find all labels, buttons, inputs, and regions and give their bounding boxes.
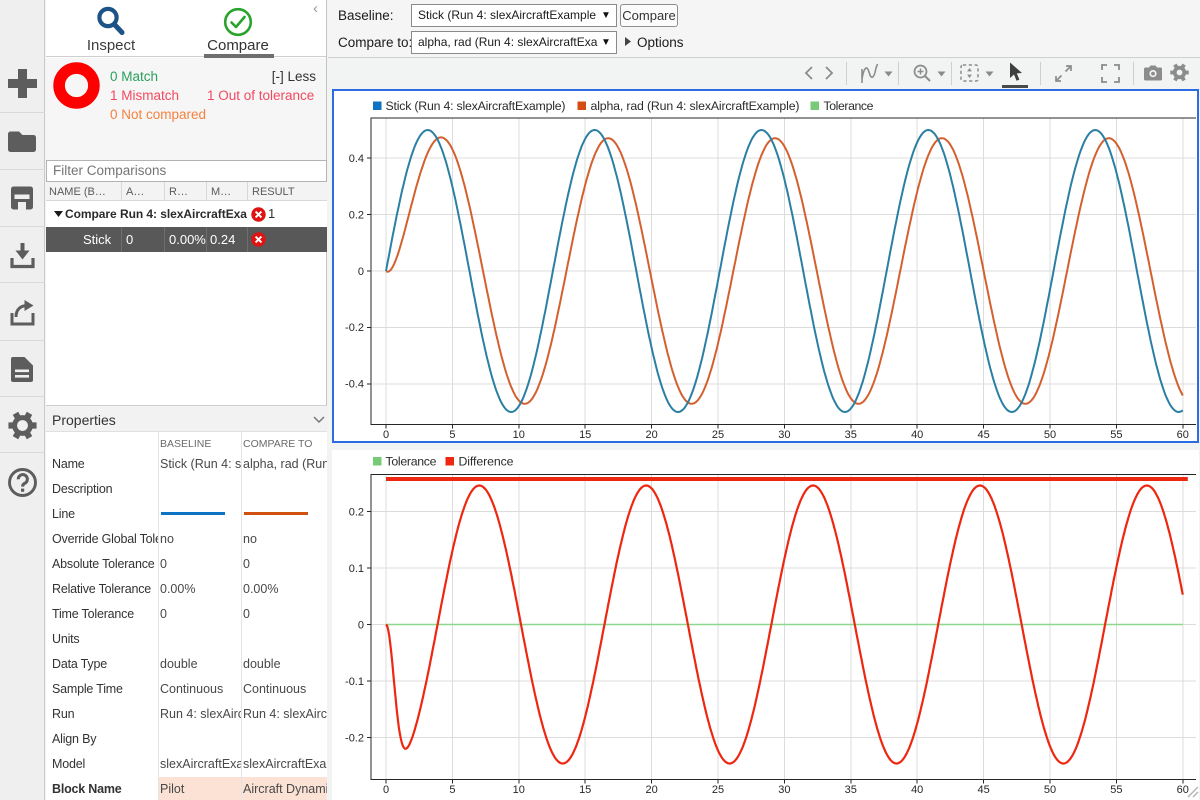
svg-text:25: 25: [712, 784, 724, 796]
svg-text:Stick (Run 4: slexAircraftExam: Stick (Run 4: slexAircraftExample): [386, 99, 566, 113]
svg-text:20: 20: [645, 784, 657, 796]
svg-text:35: 35: [845, 784, 857, 796]
svg-text:-0.4: -0.4: [345, 379, 364, 391]
svg-text:10: 10: [513, 784, 525, 796]
svg-text:0.1: 0.1: [349, 563, 364, 575]
svg-text:0: 0: [383, 784, 389, 796]
svg-text:25: 25: [712, 429, 724, 441]
svg-text:60: 60: [1177, 429, 1189, 441]
svg-text:Difference: Difference: [459, 454, 514, 468]
svg-text:60: 60: [1177, 784, 1189, 796]
svg-text:0: 0: [358, 619, 364, 631]
svg-text:20: 20: [645, 429, 657, 441]
svg-text:5: 5: [449, 429, 455, 441]
svg-text:45: 45: [977, 784, 989, 796]
svg-text:30: 30: [778, 429, 790, 441]
svg-text:50: 50: [1044, 429, 1056, 441]
svg-text:-0.1: -0.1: [345, 676, 364, 688]
svg-text:35: 35: [845, 429, 857, 441]
svg-text:0.4: 0.4: [349, 153, 364, 165]
svg-text:40: 40: [911, 784, 923, 796]
svg-text:40: 40: [911, 429, 923, 441]
svg-text:15: 15: [579, 429, 591, 441]
svg-text:15: 15: [579, 784, 591, 796]
svg-text:0: 0: [383, 429, 389, 441]
svg-text:0.2: 0.2: [349, 506, 364, 518]
svg-text:50: 50: [1044, 784, 1056, 796]
svg-text:Tolerance: Tolerance: [386, 454, 437, 468]
svg-text:0: 0: [358, 266, 364, 278]
svg-text:30: 30: [778, 784, 790, 796]
svg-text:10: 10: [513, 429, 525, 441]
svg-text:-0.2: -0.2: [345, 322, 364, 334]
svg-text:55: 55: [1110, 429, 1122, 441]
svg-text:5: 5: [449, 784, 455, 796]
svg-text:-0.2: -0.2: [345, 732, 364, 744]
svg-text:alpha, rad (Run 4: slexAircraf: alpha, rad (Run 4: slexAircraftExample): [591, 99, 800, 113]
svg-text:0.2: 0.2: [349, 209, 364, 221]
svg-text:45: 45: [977, 429, 989, 441]
svg-text:Tolerance: Tolerance: [824, 99, 874, 113]
svg-text:55: 55: [1110, 784, 1122, 796]
